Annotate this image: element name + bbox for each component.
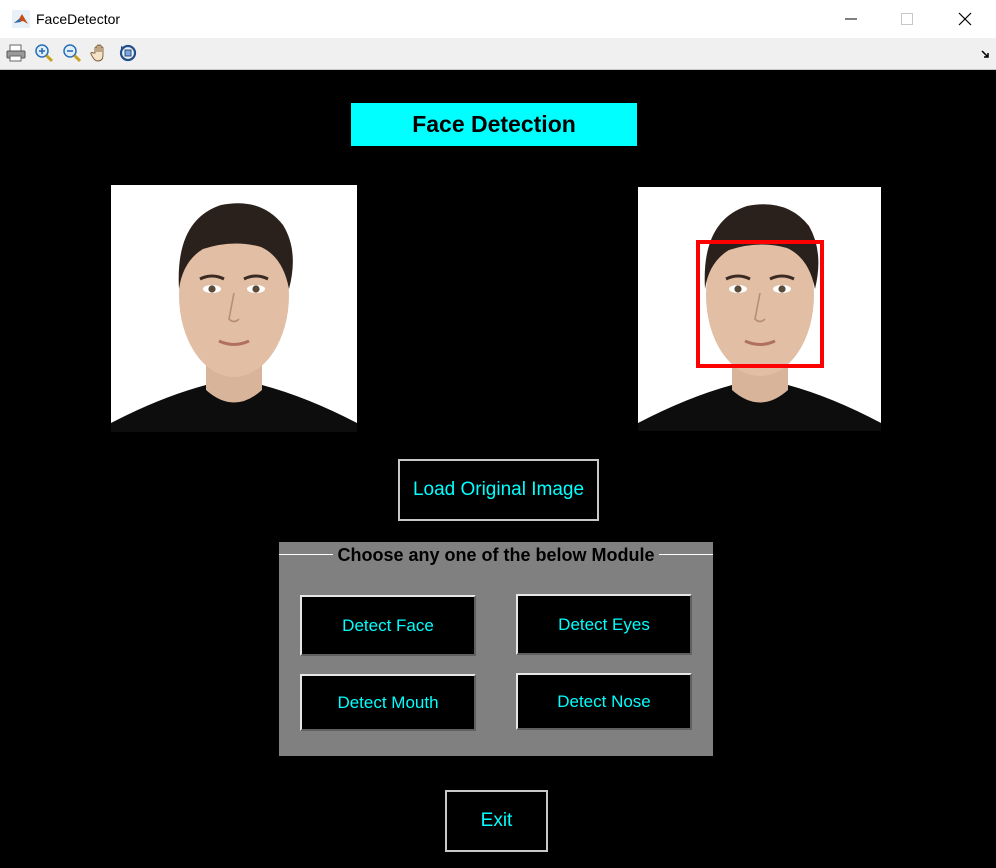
detect-nose-button[interactable]: Detect Nose bbox=[516, 673, 692, 730]
print-button[interactable] bbox=[4, 41, 28, 65]
dock-button[interactable] bbox=[980, 47, 992, 59]
detect-face-button[interactable]: Detect Face bbox=[300, 595, 476, 656]
maximize-button[interactable] bbox=[878, 0, 936, 38]
face-detection-box bbox=[696, 240, 824, 368]
figure-toolbar bbox=[0, 38, 996, 70]
dock-arrow-icon bbox=[981, 50, 989, 58]
module-panel-title: Choose any one of the below Module bbox=[333, 545, 659, 565]
minimize-icon bbox=[845, 18, 857, 20]
title-bar: FaceDetector bbox=[0, 0, 996, 39]
close-icon bbox=[958, 12, 972, 26]
minimize-button[interactable] bbox=[822, 0, 880, 38]
matlab-icon bbox=[12, 10, 30, 28]
pan-icon bbox=[90, 44, 104, 62]
load-original-image-button[interactable]: Load Original Image bbox=[398, 459, 599, 521]
zoom-in-icon bbox=[35, 44, 54, 63]
module-panel: Choose any one of the below Module Detec… bbox=[279, 542, 713, 756]
window-title: FaceDetector bbox=[36, 11, 121, 27]
detect-mouth-button[interactable]: Detect Mouth bbox=[300, 674, 476, 731]
zoom-in-button[interactable] bbox=[32, 41, 56, 65]
face-photo-original bbox=[111, 185, 357, 432]
detect-eyes-button[interactable]: Detect Eyes bbox=[516, 594, 692, 655]
pan-button[interactable] bbox=[88, 41, 112, 65]
maximize-icon bbox=[901, 13, 913, 25]
rotate-3d-icon bbox=[119, 44, 137, 62]
page-title: Face Detection bbox=[351, 103, 637, 146]
rotate-3d-button[interactable] bbox=[116, 41, 140, 65]
original-image bbox=[111, 185, 357, 432]
zoom-out-button[interactable] bbox=[60, 41, 84, 65]
close-button[interactable] bbox=[936, 0, 994, 38]
exit-button[interactable]: Exit bbox=[445, 790, 548, 852]
zoom-out-icon bbox=[63, 44, 82, 63]
print-icon bbox=[6, 44, 26, 62]
